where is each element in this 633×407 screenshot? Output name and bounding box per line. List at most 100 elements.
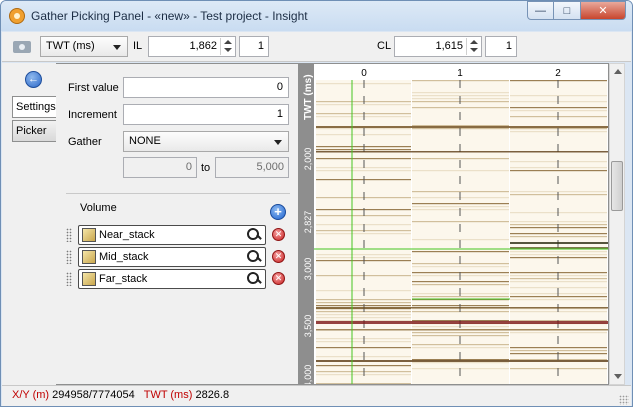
- trace-line: [510, 80, 608, 82]
- trace-line: [510, 212, 608, 214]
- magnifier-icon[interactable]: [246, 227, 262, 243]
- reflector-event: [316, 151, 608, 153]
- trace-line: [412, 95, 510, 97]
- chevron-down-icon: [274, 140, 282, 145]
- list-item[interactable]: Far_stack ✕: [66, 269, 298, 289]
- trace-line: [412, 128, 510, 130]
- il-spinbox[interactable]: 1,862: [148, 36, 236, 57]
- il-stepper-icon[interactable]: [220, 38, 234, 55]
- trace-line: [510, 194, 608, 196]
- gather-select[interactable]: NONE: [123, 131, 289, 152]
- increment-input[interactable]: 1: [123, 104, 289, 125]
- il-step-field[interactable]: 1: [239, 36, 269, 57]
- cl-value: 1,615: [435, 40, 463, 52]
- trace-line: [510, 191, 608, 193]
- minimize-button[interactable]: —: [527, 1, 554, 20]
- trace-line: [316, 302, 412, 304]
- first-value-input[interactable]: 0: [123, 77, 289, 98]
- volume-name: Mid_stack: [99, 251, 149, 263]
- trace-line: [510, 278, 608, 280]
- magnifier-icon[interactable]: [246, 249, 262, 265]
- trace-panels: [316, 80, 608, 384]
- add-icon[interactable]: +: [270, 204, 286, 220]
- trace-line: [412, 368, 510, 370]
- app-icon: [9, 8, 25, 24]
- drag-handle-icon[interactable]: [66, 228, 72, 242]
- app-window: Gather Picking Panel - «new» - Test proj…: [0, 0, 633, 407]
- cl-spinbox[interactable]: 1,615: [394, 36, 482, 57]
- trace-line: [412, 296, 510, 298]
- trace-line: [510, 224, 608, 226]
- trace-line: [412, 221, 510, 223]
- volume-name: Far_stack: [99, 273, 148, 285]
- trace-line: [412, 344, 510, 346]
- close-button[interactable]: ✕: [581, 1, 626, 20]
- scroll-thumb[interactable]: [611, 161, 623, 211]
- drag-handle-icon[interactable]: [66, 250, 72, 264]
- remove-icon[interactable]: ✕: [272, 250, 285, 263]
- cl-step-field[interactable]: 1: [485, 36, 517, 57]
- trace-line: [510, 110, 608, 112]
- volume-cube-icon: [82, 250, 96, 264]
- magnifier-icon[interactable]: [246, 271, 262, 287]
- range-from-field: 0: [123, 157, 197, 178]
- trace-line: [510, 236, 608, 238]
- scroll-down-icon[interactable]: [614, 374, 622, 379]
- resize-grip-icon[interactable]: [619, 395, 629, 405]
- toolbar: TWT (ms) IL 1,862 1 CL 1,615 1: [2, 32, 631, 62]
- gather-plot[interactable]: 0 1 2 TWT (ms) 2,000 2,827 3,000 3,500 4,000: [299, 63, 609, 385]
- cl-stepper-icon[interactable]: [466, 38, 480, 55]
- window-title: Gather Picking Panel - «new» - Test proj…: [31, 9, 308, 23]
- tab-picker[interactable]: Picker: [12, 120, 57, 142]
- vertical-scrollbar[interactable]: [609, 63, 625, 385]
- trace-line: [510, 299, 608, 301]
- volume-cube-icon: [82, 272, 96, 286]
- drag-handle-icon[interactable]: [66, 272, 72, 286]
- gather-canvas[interactable]: 0 1 2 TWT (ms) 2,000 2,827 3,000 3,500 4,000: [300, 64, 609, 385]
- camera-icon[interactable]: [13, 41, 31, 53]
- volume-box[interactable]: Near_stack: [78, 225, 266, 245]
- trace-line: [412, 197, 510, 199]
- divider: [66, 193, 290, 194]
- y-tick-label: 2,000: [303, 148, 313, 171]
- window-controls: — □ ✕: [527, 1, 626, 20]
- volume-box[interactable]: Mid_stack: [78, 247, 266, 267]
- maximize-button[interactable]: □: [554, 1, 581, 20]
- y-tick-label: 4,000: [303, 365, 313, 385]
- list-item[interactable]: Mid_stack ✕: [66, 247, 298, 267]
- trace-line: [510, 161, 608, 163]
- domain-select[interactable]: TWT (ms): [40, 36, 128, 57]
- settings-panel: First value 0 Increment 1 Gather NONE 0 …: [56, 63, 299, 385]
- trace-line: [412, 362, 510, 364]
- trace-line: [510, 350, 608, 352]
- trace-line: [412, 326, 510, 328]
- trace-line: [510, 233, 608, 235]
- remove-icon[interactable]: ✕: [272, 228, 285, 241]
- trace-line: [316, 317, 412, 319]
- back-arrow-icon[interactable]: ←: [25, 71, 42, 88]
- remove-icon[interactable]: ✕: [272, 272, 285, 285]
- y-axis-title: TWT (ms): [303, 74, 314, 120]
- trace-line: [316, 299, 412, 301]
- title-bar[interactable]: Gather Picking Panel - «new» - Test proj…: [1, 1, 632, 31]
- volume-box[interactable]: Far_stack: [78, 269, 266, 289]
- trace-line: [412, 266, 510, 268]
- tab-settings[interactable]: Settings: [12, 96, 58, 118]
- trace-line: [510, 347, 608, 349]
- reflector-event: [316, 307, 608, 309]
- trace-line: [510, 128, 608, 130]
- list-item[interactable]: Near_stack ✕: [66, 225, 298, 245]
- trace-line: [412, 305, 510, 307]
- trace-line: [412, 170, 510, 172]
- trace-line: [412, 293, 510, 295]
- trace-line: [412, 239, 510, 241]
- trace-line: [510, 311, 608, 313]
- reflector-event: [316, 329, 608, 331]
- trace-line: [412, 101, 510, 103]
- trace-line: [510, 254, 608, 256]
- reflector-event: [316, 321, 608, 324]
- scroll-up-icon[interactable]: [614, 69, 622, 74]
- trace-line: [510, 170, 608, 172]
- trace-line: [316, 158, 412, 160]
- trace-line: [510, 101, 608, 103]
